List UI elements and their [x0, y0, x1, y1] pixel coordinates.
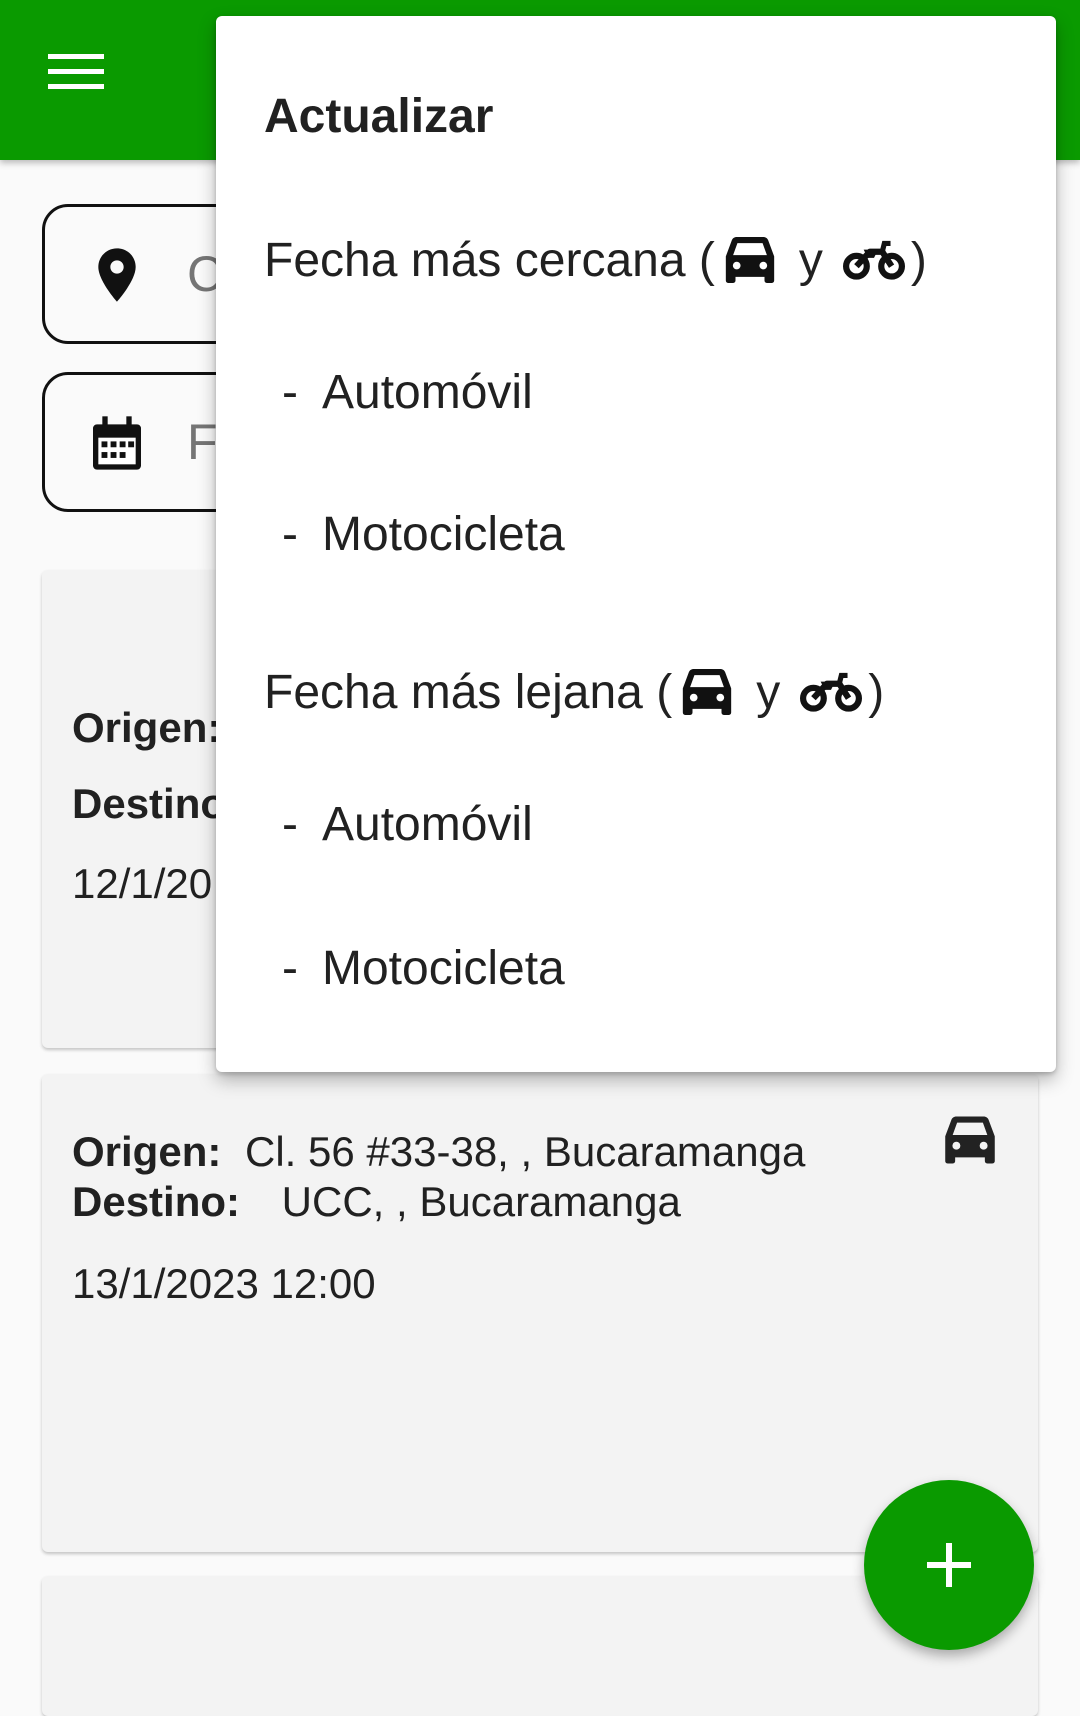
dash: -: [282, 507, 298, 561]
destination-line: Destino: [72, 780, 226, 828]
calendar-icon: [93, 416, 141, 470]
add-trip-button[interactable]: [864, 1480, 1034, 1650]
plus-icon: [927, 1543, 971, 1587]
trip-date: 13/1/2023 12:00: [72, 1260, 376, 1307]
origin-value: Cl. 56 #33-38, , Bucaramanga: [245, 1128, 806, 1175]
conjunction: y: [798, 233, 823, 287]
menu-item-actualizar[interactable]: Actualizar: [264, 68, 493, 164]
origin-line: Origen:: [72, 704, 221, 752]
close-paren: ): [910, 233, 927, 287]
menu-item-nearest-car[interactable]: - Automóvil: [282, 344, 533, 440]
dash: -: [282, 797, 298, 851]
dash: -: [282, 941, 298, 995]
nearest-moto-label: Motocicleta: [321, 507, 565, 561]
menu-item-farthest-car[interactable]: - Automóvil: [282, 776, 533, 872]
hamburger-icon: [48, 54, 104, 89]
trip-card[interactable]: Origen: Cl. 56 #33-38, , Bucaramanga Des…: [42, 1074, 1038, 1552]
close-paren: ): [868, 665, 885, 719]
nearest-car-label: Automóvil: [321, 365, 533, 419]
menu-item-nearest-moto[interactable]: - Motocicleta: [282, 486, 565, 582]
origin-label: Origen:: [72, 704, 222, 751]
menu-item-farthest-date[interactable]: Fecha más lejana ( y ): [264, 644, 884, 740]
farthest-moto-label: Motocicleta: [321, 941, 565, 995]
destination-label: Destino: [72, 780, 227, 827]
map-pin-icon: [98, 248, 136, 302]
hamburger-menu-button[interactable]: [48, 52, 120, 112]
nearest-label: Fecha más cercana (: [264, 233, 715, 287]
farthest-label: Fecha más lejana (: [264, 665, 673, 719]
sort-menu: Actualizar Fecha más cercana ( y ) - Aut…: [216, 16, 1056, 1072]
destination-label: Destino:: [72, 1178, 240, 1225]
menu-item-nearest-date[interactable]: Fecha más cercana ( y ): [264, 212, 927, 308]
car-icon: [683, 669, 732, 715]
motorcycle-icon: [842, 240, 905, 280]
car-icon: [725, 237, 775, 283]
car-icon: [945, 1116, 995, 1164]
motorcycle-icon: [800, 672, 863, 712]
farthest-car-label: Automóvil: [321, 797, 533, 851]
destination-line: Destino: UCC, , Bucaramanga: [72, 1178, 681, 1226]
dash: -: [282, 365, 298, 419]
trip-date: 12/1/20: [72, 860, 213, 907]
origin-label: Origen:: [72, 1128, 222, 1175]
origin-line: Origen: Cl. 56 #33-38, , Bucaramanga: [72, 1128, 805, 1176]
conjunction: y: [756, 665, 781, 719]
destination-value: UCC, , Bucaramanga: [281, 1178, 681, 1225]
menu-item-farthest-moto[interactable]: - Motocicleta: [282, 920, 565, 1016]
